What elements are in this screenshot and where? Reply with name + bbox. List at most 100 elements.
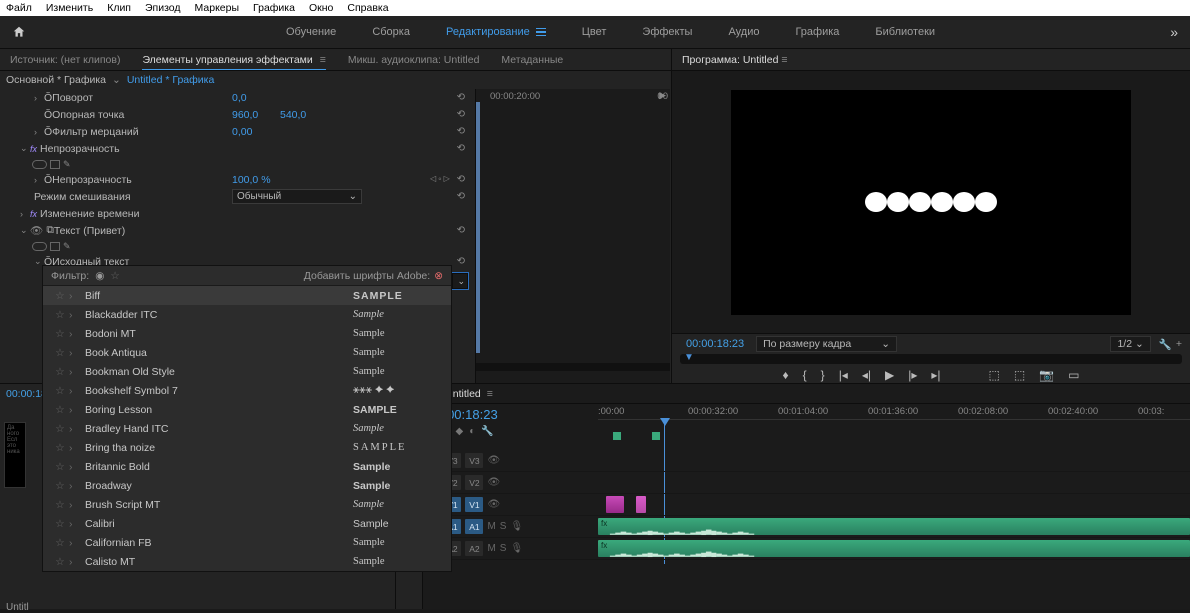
menu-clip[interactable]: Клип — [107, 2, 131, 14]
star-icon[interactable]: ☆ — [51, 366, 69, 378]
reset-icon[interactable]: ⟲ — [457, 92, 465, 103]
star-icon[interactable]: ☆ — [51, 556, 69, 568]
eye-icon[interactable]: 👁 — [487, 499, 500, 510]
video-track-lane[interactable] — [598, 472, 1190, 494]
go-out-icon[interactable]: ▸| — [931, 368, 940, 382]
prop-rotation[interactable]: Поворот — [52, 92, 93, 104]
workspace-graphics[interactable]: Графика — [777, 16, 857, 48]
menu-sequence[interactable]: Эпизод — [145, 2, 181, 14]
program-timecode[interactable]: 00:00:18:23 — [686, 338, 744, 350]
settings-icon[interactable]: ◐ — [469, 426, 475, 437]
font-option[interactable]: ☆›BiffSAMPLE — [43, 286, 451, 305]
reset-icon[interactable]: ⟲ — [457, 256, 465, 267]
reset-icon[interactable]: ⟲ — [457, 143, 465, 154]
workspace-color[interactable]: Цвет — [564, 16, 625, 48]
prop-timeremap[interactable]: Изменение времени — [40, 208, 139, 220]
star-icon[interactable]: ☆ — [51, 328, 69, 340]
lift-icon[interactable]: ⬚ — [988, 368, 999, 382]
star-icon[interactable]: ☆ — [51, 537, 69, 549]
star-icon[interactable]: ☆ — [51, 461, 69, 473]
filter-fav-icon[interactable]: ☆ — [110, 270, 119, 282]
prop-opacity-group[interactable]: Непрозрачность — [40, 143, 120, 155]
track-toggle-src[interactable]: A2 — [465, 541, 483, 556]
font-option[interactable]: ☆›Boring LessonSAMPLE — [43, 400, 451, 419]
menu-graphics[interactable]: Графика — [253, 2, 295, 14]
playhead-icon[interactable] — [660, 418, 670, 426]
add-keyframe-icon[interactable]: ◦ — [438, 174, 442, 185]
star-icon[interactable]: ☆ — [51, 518, 69, 530]
workspace-learn[interactable]: Обучение — [268, 16, 354, 48]
value-opacity[interactable]: 100,0 % — [232, 174, 271, 186]
video-clip[interactable] — [636, 496, 646, 513]
eye-icon[interactable]: 👁 — [487, 477, 500, 488]
font-option[interactable]: ☆›Bookman Old StyleSample — [43, 362, 451, 381]
resolution-select[interactable]: 1/2 ⌄ — [1110, 336, 1150, 352]
tab-audio-mixer[interactable]: Микш. аудиоклипа: Untitled — [348, 54, 480, 66]
menu-window[interactable]: Окно — [309, 2, 333, 14]
reset-icon[interactable]: ⟲ — [457, 126, 465, 137]
prop-opacity[interactable]: Непрозрачность — [52, 174, 132, 186]
extract-icon[interactable]: ⬚ — [1014, 368, 1025, 382]
export-frame-icon[interactable]: 📷 — [1039, 368, 1054, 382]
audio-track-lane[interactable]: fx▁▂▃▂▁▂▃▄▃▂▁▂▃▂▁▂▃▄▅▄▃▂▁▂▃▂▁ — [598, 516, 1190, 538]
eye-icon[interactable]: 👁 — [487, 455, 500, 466]
play-icon[interactable]: ▶ — [885, 368, 894, 382]
blend-mode-select[interactable]: Обычный⌄ — [232, 189, 362, 204]
marker-icon[interactable]: ◆ — [456, 426, 464, 437]
pen-icon[interactable]: ✎ — [63, 241, 71, 252]
font-option[interactable]: ☆›Californian FBSample — [43, 533, 451, 552]
timeline-ruler[interactable]: :00:0000:00:32:0000:01:04:0000:01:36:000… — [598, 404, 1190, 450]
value-anchor-y[interactable]: 540,0 — [280, 109, 306, 121]
star-icon[interactable]: ☆ — [51, 347, 69, 359]
audio-track-lane[interactable]: fx▁▂▃▂▁▂▃▄▃▂▁▂▃▂▁▂▃▄▅▄▃▂▁▂▃▂▁ — [598, 538, 1190, 560]
font-option[interactable]: ☆›Book AntiquaSample — [43, 343, 451, 362]
track-toggle-src[interactable]: V3 — [465, 453, 483, 468]
mask-rect-icon[interactable] — [50, 160, 60, 169]
reset-icon[interactable]: ⟲ — [457, 225, 465, 236]
mark-in-icon[interactable]: { — [803, 368, 807, 382]
reset-icon[interactable]: ⟲ — [457, 191, 465, 202]
audio-clip[interactable]: fx▁▂▃▂▁▂▃▄▃▂▁▂▃▂▁▂▃▄▅▄▃▂▁▂▃▂▁ — [598, 518, 1190, 535]
track-toggle-src[interactable]: V1 — [465, 497, 483, 512]
video-clip[interactable] — [606, 496, 624, 513]
star-icon[interactable]: ☆ — [51, 480, 69, 492]
video-track-lane[interactable] — [598, 450, 1190, 472]
add-button-icon[interactable]: + — [1176, 338, 1182, 350]
chevron-down-icon[interactable]: ⌄ — [457, 276, 465, 287]
font-option[interactable]: ☆›Britannic BoldSample — [43, 457, 451, 476]
star-icon[interactable]: ☆ — [51, 385, 69, 397]
comparison-icon[interactable]: ▭ — [1068, 368, 1079, 382]
value-anchor-x[interactable]: 960,0 — [232, 109, 258, 121]
star-icon[interactable]: ☆ — [51, 404, 69, 416]
eye-icon[interactable]: 👁 — [30, 224, 43, 237]
filter-all-icon[interactable]: ◉ — [95, 270, 104, 282]
font-option[interactable]: ☆›BroadwaySample — [43, 476, 451, 495]
font-option[interactable]: ☆›Bodoni MTSample — [43, 324, 451, 343]
font-option[interactable]: ☆›Bradley Hand ITCSample — [43, 419, 451, 438]
track-toggle-src[interactable]: V2 — [465, 475, 483, 490]
timeline-marker[interactable] — [613, 432, 621, 440]
menu-markers[interactable]: Маркеры — [195, 2, 239, 14]
add-marker-icon[interactable]: ♦ — [783, 368, 789, 382]
prop-anchor[interactable]: Опорная точка — [52, 109, 124, 121]
prop-text[interactable]: Текст (Привет) — [54, 225, 125, 237]
step-back-icon[interactable]: ◂| — [862, 368, 871, 382]
tab-source[interactable]: Источник: (нет клипов) — [10, 54, 120, 66]
star-icon[interactable]: ☆ — [51, 499, 69, 511]
workspace-effects[interactable]: Эффекты — [624, 16, 710, 48]
menu-help[interactable]: Справка — [347, 2, 388, 14]
wrench-icon[interactable]: 🔧 — [481, 426, 493, 437]
timeline-timecode[interactable]: 00:00:18:23 — [429, 407, 592, 422]
workspace-audio[interactable]: Аудио — [710, 16, 777, 48]
overflow-icon[interactable]: » — [1170, 24, 1178, 40]
project-item-label[interactable]: Untitl — [6, 602, 395, 613]
prop-blend[interactable]: Режим смешивания — [34, 191, 131, 203]
audio-clip[interactable]: fx▁▂▃▂▁▂▃▄▃▂▁▂▃▂▁▂▃▄▅▄▃▂▁▂▃▂▁ — [598, 540, 1190, 557]
tab-effect-controls[interactable]: Элементы управления эффектами ≡ — [142, 54, 325, 70]
star-icon[interactable]: ☆ — [51, 290, 69, 302]
go-in-icon[interactable]: |◂ — [839, 368, 848, 382]
child-clip-label[interactable]: Untitled * Графика — [127, 74, 214, 86]
reset-icon[interactable]: ⟲ — [457, 174, 465, 185]
mic-icon[interactable]: 🎙 — [510, 521, 523, 532]
font-option[interactable]: ☆›CalibriSample — [43, 514, 451, 533]
